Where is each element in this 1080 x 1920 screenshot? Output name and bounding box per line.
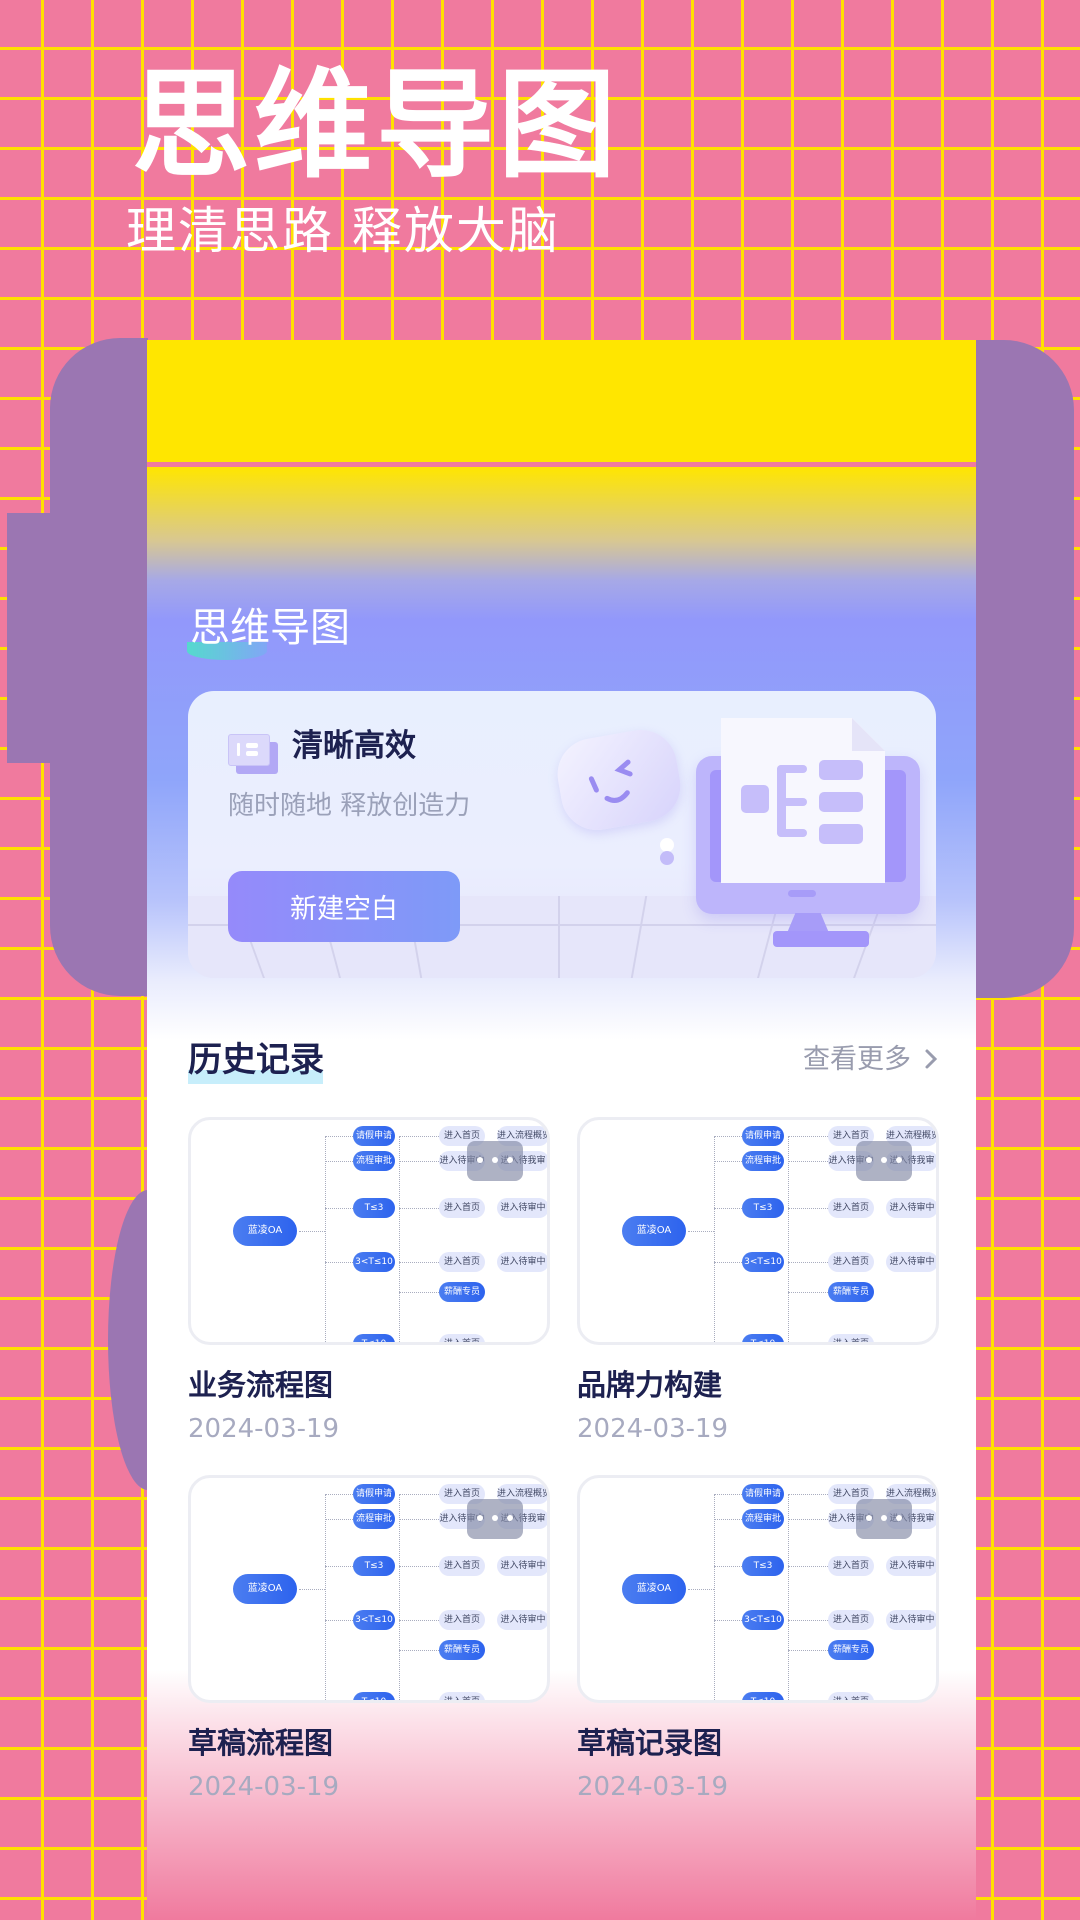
mindmap-icon <box>228 734 278 774</box>
history-item-title: 业务流程图 <box>188 1368 334 1402</box>
history-title: 历史记录 <box>188 1040 324 1080</box>
mm-leaf-node: 进入首页 <box>828 1198 874 1218</box>
history-item-date: 2024-03-19 <box>188 1414 340 1444</box>
feature-heading: 清晰高效 <box>292 728 416 764</box>
new-blank-button[interactable]: 新建空白 <box>228 871 460 942</box>
mm-leaf-node: 薪酬专员 <box>439 1640 485 1660</box>
hero-subtitle: 理清思路 释放大脑 <box>126 202 560 260</box>
more-dots-icon[interactable] <box>467 1499 523 1539</box>
mm-leaf-node: 进入首页 <box>439 1334 485 1342</box>
mm-leaf-node: 进入待审中 <box>886 1198 936 1218</box>
mm-leaf-node: 进入待审中 <box>497 1610 547 1630</box>
history-item-title: 品牌力构建 <box>577 1368 723 1402</box>
mm-branch-node: 3<T≤10 <box>353 1252 395 1272</box>
mm-leaf-node: 进入首页 <box>828 1692 874 1700</box>
mm-root-node: 蓝凌OA <box>233 1574 297 1604</box>
mm-branch-node: T≤10 <box>742 1334 784 1342</box>
mm-branch-node: T≤10 <box>353 1692 395 1700</box>
mindmap-thumbnail[interactable]: 蓝凌OA 请假申请 流程审批 T≤3 3<T≤10 T≤10 进入首页 进入流程… <box>188 1117 550 1345</box>
mm-branch-node: 请假申请 <box>353 1484 395 1504</box>
mm-leaf-node: 进入首页 <box>439 1556 485 1576</box>
mm-branch-node: 流程审批 <box>353 1151 395 1171</box>
mm-branch-node: T≤3 <box>353 1198 395 1218</box>
mm-branch-node: 请假申请 <box>353 1126 395 1146</box>
bubble-dot <box>660 851 674 865</box>
mm-leaf-node: 进入待审中 <box>497 1252 547 1272</box>
history-item[interactable]: 蓝凌OA 请假申请 流程审批 T≤3 3<T≤10 T≤10 进入首页 进入流程… <box>577 1475 939 1802</box>
mm-leaf-node: 进入首页 <box>439 1692 485 1700</box>
mm-branch-node: T≤3 <box>742 1198 784 1218</box>
bubble-dot <box>660 838 674 852</box>
hero-title: 思维导图 <box>132 56 621 194</box>
see-more-link[interactable]: 查看更多 <box>803 1046 938 1073</box>
more-dots-icon[interactable] <box>467 1141 523 1181</box>
mm-root-node: 蓝凌OA <box>622 1574 686 1604</box>
mm-leaf-node: 进入首页 <box>828 1334 874 1342</box>
see-more-label: 查看更多 <box>803 1044 911 1075</box>
feature-subtitle: 随时随地 释放创造力 <box>228 791 471 821</box>
history-item[interactable]: 蓝凌OA 请假申请 流程审批 T≤3 3<T≤10 T≤10 进入首页 进入流程… <box>188 1475 550 1802</box>
history-item-title: 草稿流程图 <box>188 1726 334 1760</box>
history-item-date: 2024-03-19 <box>577 1414 729 1444</box>
mm-leaf-node: 进入待审中 <box>886 1252 936 1272</box>
more-dots-icon[interactable] <box>856 1141 912 1181</box>
mm-leaf-node: 进入首页 <box>439 1198 485 1218</box>
mm-branch-node: 流程审批 <box>742 1509 784 1529</box>
mm-branch-node: T≤10 <box>742 1692 784 1700</box>
history-item-date: 2024-03-19 <box>577 1772 729 1802</box>
mm-branch-node: 3<T≤10 <box>353 1610 395 1630</box>
mm-leaf-node: 进入首页 <box>439 1252 485 1272</box>
document-fold <box>852 718 885 751</box>
mm-branch-node: 请假申请 <box>742 1484 784 1504</box>
chevron-right-icon <box>920 1044 938 1075</box>
mm-leaf-node: 进入首页 <box>439 1610 485 1630</box>
mm-leaf-node: 进入首页 <box>828 1556 874 1576</box>
mm-branch-node: 流程审批 <box>742 1151 784 1171</box>
monitor-base <box>773 931 869 947</box>
mindmap-thumbnail[interactable]: 蓝凌OA 请假申请 流程审批 T≤3 3<T≤10 T≤10 进入首页 进入流程… <box>577 1117 939 1345</box>
mm-leaf-node: 进入待审中 <box>886 1610 936 1630</box>
decor-panel-left <box>50 338 148 996</box>
history-item[interactable]: 蓝凌OA 请假申请 流程审批 T≤3 3<T≤10 T≤10 进入首页 进入流程… <box>577 1117 939 1444</box>
feature-card: 清晰高效 随时随地 释放创造力 新建空白 <box>188 691 936 978</box>
chat-bubble-icon <box>551 724 687 836</box>
history-item-date: 2024-03-19 <box>188 1772 340 1802</box>
decor-panel-right <box>976 340 1074 998</box>
mm-branch-node: 3<T≤10 <box>742 1610 784 1630</box>
mm-leaf-node: 进入待审中 <box>886 1556 936 1576</box>
mm-leaf-node: 进入首页 <box>828 1610 874 1630</box>
mm-branch-node: 流程审批 <box>353 1509 395 1529</box>
app-screen: 思维导图 清晰高效 随时随地 释放创造力 新建空白 历史记录 查看更多 蓝凌OA… <box>147 340 976 1920</box>
mm-leaf-node: 进入待审中 <box>497 1198 547 1218</box>
mm-leaf-node: 进入待审中 <box>497 1556 547 1576</box>
mm-root-node: 蓝凌OA <box>622 1216 686 1246</box>
mm-branch-node: T≤10 <box>353 1334 395 1342</box>
mm-branch-node: T≤3 <box>742 1556 784 1576</box>
more-dots-icon[interactable] <box>856 1499 912 1539</box>
history-item[interactable]: 蓝凌OA 请假申请 流程审批 T≤3 3<T≤10 T≤10 进入首页 进入流程… <box>188 1117 550 1444</box>
app-header-title: 思维导图 <box>190 605 350 651</box>
mm-leaf-node: 薪酬专员 <box>439 1282 485 1302</box>
mm-branch-node: 3<T≤10 <box>742 1252 784 1272</box>
mm-root-node: 蓝凌OA <box>233 1216 297 1246</box>
mm-leaf-node: 薪酬专员 <box>828 1640 874 1660</box>
mm-branch-node: 请假申请 <box>742 1126 784 1146</box>
mindmap-thumbnail[interactable]: 蓝凌OA 请假申请 流程审批 T≤3 3<T≤10 T≤10 进入首页 进入流程… <box>577 1475 939 1703</box>
mm-leaf-node: 薪酬专员 <box>828 1282 874 1302</box>
mm-branch-node: T≤3 <box>353 1556 395 1576</box>
mindmap-thumbnail[interactable]: 蓝凌OA 请假申请 流程审批 T≤3 3<T≤10 T≤10 进入首页 进入流程… <box>188 1475 550 1703</box>
mm-leaf-node: 进入首页 <box>828 1252 874 1272</box>
history-item-title: 草稿记录图 <box>577 1726 723 1760</box>
